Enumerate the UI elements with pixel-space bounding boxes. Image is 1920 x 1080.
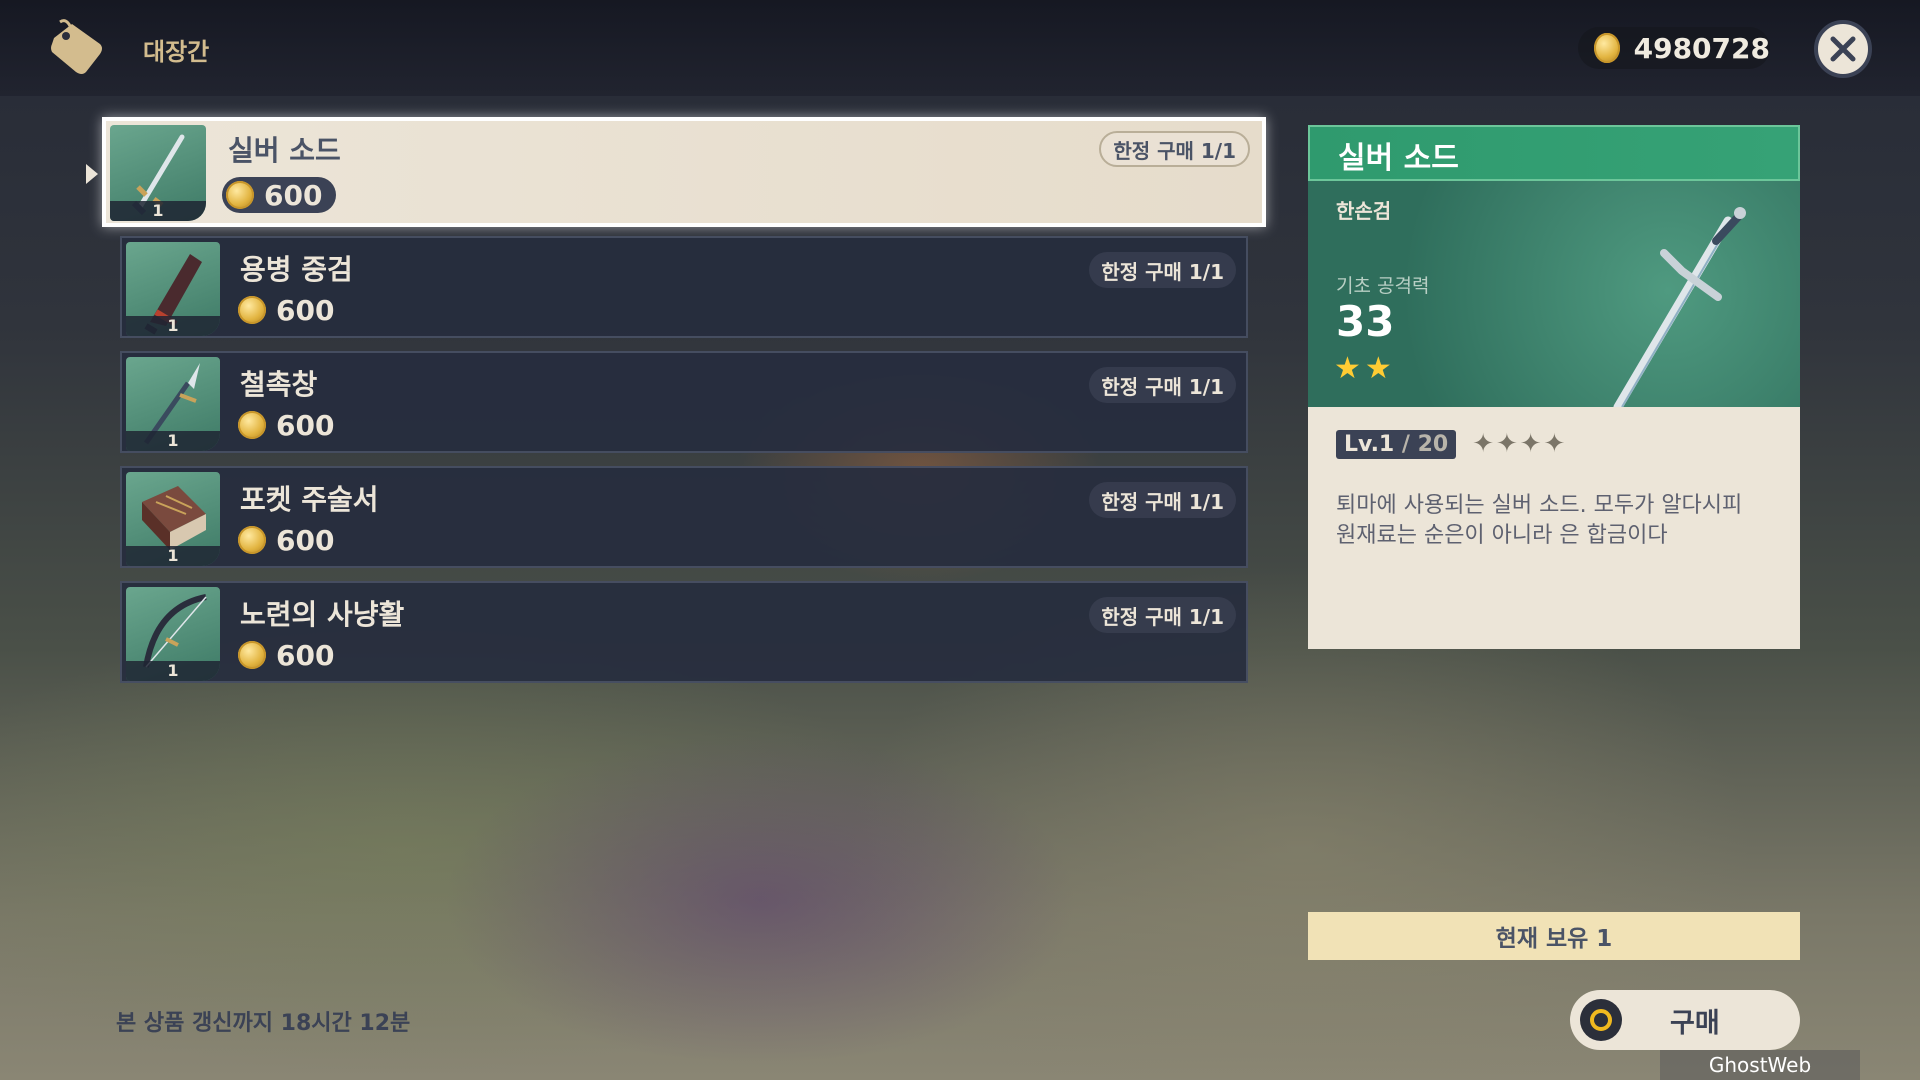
item-name: 포켓 주술서 [240, 483, 379, 516]
mora-coin-icon [1594, 33, 1620, 63]
item-price: 600 [238, 407, 334, 443]
weapon-type: 한손검 [1336, 199, 1392, 223]
price-value: 600 [264, 178, 323, 212]
detail-header: 실버 소드 [1308, 125, 1800, 181]
shop-title: 대장간 [143, 38, 210, 66]
item-name: 철촉창 [240, 368, 318, 401]
price-value: 600 [276, 293, 335, 327]
price-value: 600 [276, 523, 335, 557]
price-value: 600 [276, 638, 335, 672]
shop-item-iron-point[interactable]: 1 철촉창 600 한정 구매 1/1 [120, 351, 1248, 453]
selection-arrow-icon [86, 164, 98, 184]
item-price: 600 [222, 177, 337, 213]
mora-coin-icon [238, 526, 266, 554]
sword-icon [1613, 207, 1746, 407]
item-detail-panel: 실버 소드 한손검 기초 공격력 33 ★★ Lv.1 / 20 ✦✦✦✦ 퇴마… [1308, 125, 1800, 649]
level-badge: Lv.1 / 20 [1336, 429, 1457, 459]
item-thumbnail: 1 [126, 472, 220, 566]
currency-display: 4980728 [1578, 27, 1770, 69]
rarity-stars: ★★ [1334, 351, 1396, 386]
item-thumbnail: 1 [110, 125, 206, 221]
buy-button[interactable]: 구매 [1570, 990, 1800, 1050]
star-icon: ★ [1334, 351, 1365, 386]
close-button[interactable] [1814, 20, 1872, 78]
item-count: 1 [126, 431, 220, 451]
purchase-limit-badge: 한정 구매 1/1 [1089, 482, 1236, 518]
level-row: Lv.1 / 20 ✦✦✦✦ [1336, 429, 1567, 459]
item-count: 1 [126, 661, 220, 681]
item-thumbnail: 1 [126, 587, 220, 681]
price-tag-icon [51, 19, 102, 74]
item-thumbnail: 1 [126, 242, 220, 336]
buy-label: 구매 [1670, 1007, 1720, 1039]
owned-count: 현재 보유 1 [1308, 912, 1800, 960]
mora-coin-icon [238, 641, 266, 669]
controller-button-icon [1580, 999, 1622, 1041]
purchase-limit-badge: 한정 구매 1/1 [1099, 131, 1250, 167]
item-description: 퇴마에 사용되는 실버 소드. 모두가 알다시피 원재료는 순은이 아니라 은 … [1336, 493, 1743, 548]
purchase-limit-badge: 한정 구매 1/1 [1089, 597, 1236, 633]
item-thumbnail: 1 [126, 357, 220, 451]
purchase-limit-badge: 한정 구매 1/1 [1089, 252, 1236, 288]
purchase-limit-badge: 한정 구매 1/1 [1089, 367, 1236, 403]
item-price: 600 [238, 292, 334, 328]
currency-amount: 4980728 [1633, 31, 1770, 65]
mora-coin-icon [238, 296, 266, 324]
item-count: 1 [110, 201, 206, 221]
item-name: 용병 중검 [240, 253, 353, 286]
star-icon: ★ [1364, 351, 1396, 386]
item-name: 노련의 사냥활 [240, 598, 405, 631]
level-current: Lv.1 [1344, 431, 1395, 457]
base-atk-value: 33 [1336, 297, 1395, 346]
watermark: GhostWeb [1660, 1050, 1860, 1080]
item-price: 600 [238, 637, 334, 673]
shop-item-pocket-grimoire[interactable]: 1 포켓 주술서 600 한정 구매 1/1 [120, 466, 1248, 568]
refinement-stars: ✦✦✦✦ [1472, 429, 1568, 459]
item-count: 1 [126, 316, 220, 336]
shop-item-mercenary-claymore[interactable]: 1 용병 중검 600 한정 구매 1/1 [120, 236, 1248, 338]
mora-coin-icon [238, 411, 266, 439]
item-price: 600 [238, 522, 334, 558]
item-count: 1 [126, 546, 220, 566]
shop-item-silver-sword[interactable]: 1 실버 소드 600 한정 구매 1/1 [102, 117, 1266, 227]
close-icon [1830, 36, 1856, 62]
shop-item-seasoned-hunters-bow[interactable]: 1 노련의 사냥활 600 한정 구매 1/1 [120, 581, 1248, 683]
level-max: / 20 [1394, 431, 1449, 457]
detail-art: 한손검 기초 공격력 33 ★★ [1308, 181, 1800, 407]
detail-item-name: 실버 소드 [1338, 141, 1459, 176]
base-atk-label: 기초 공격력 [1336, 275, 1430, 297]
top-bar: 대장간 4980728 [0, 0, 1920, 96]
refresh-timer: 본 상품 갱신까지 18시간 12분 [116, 1011, 411, 1036]
item-name: 실버 소드 [228, 134, 341, 167]
mora-coin-icon [226, 181, 254, 209]
price-value: 600 [276, 408, 335, 442]
